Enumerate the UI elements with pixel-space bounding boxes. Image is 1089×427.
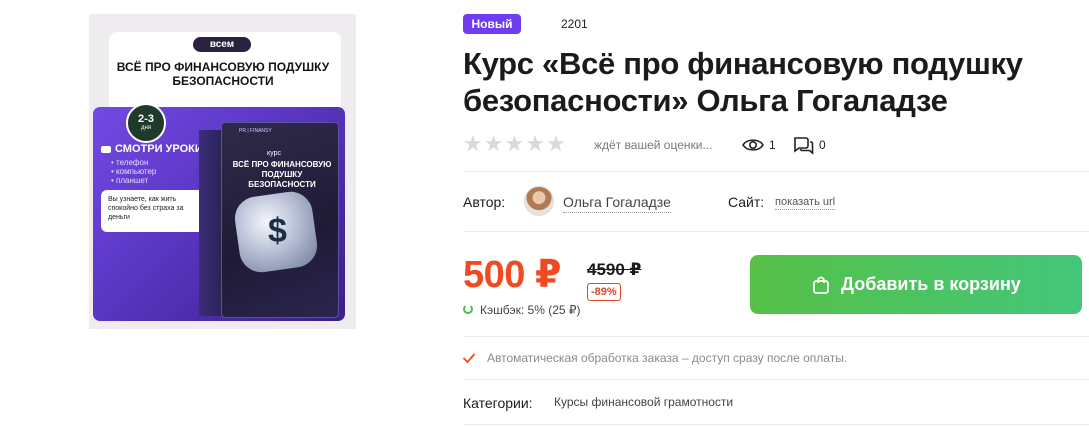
star-icon[interactable]: ★ [484,133,504,155]
eye-icon [742,139,764,151]
auto-processing-note: Автоматическая обработка заказа – доступ… [487,351,848,365]
views-count: 1 [769,138,776,152]
add-to-cart-label: Добавить в корзину [841,274,1021,294]
image-duration-number: 2-3 [138,113,154,125]
category-link[interactable]: Курсы финансовой грамотности [554,395,733,409]
image-duration-unit: дня [140,125,152,131]
current-price: 500 ₽ [463,254,561,296]
divider [463,424,1089,425]
add-to-cart-button[interactable]: Добавить в корзину [750,255,1082,314]
product-id: 2201 [561,17,588,31]
rating-status: ждёт вашей оценки... [594,138,713,152]
image-device-list: телефон компьютер планшет [111,158,156,185]
discount-badge: -89% [587,283,621,301]
image-device-item: телефон [111,158,156,167]
product-title: Курс «Всё про финансовую подушку безопас… [463,46,1023,118]
divider [463,171,1089,172]
author-link[interactable]: Ольга Гогаладзе [563,194,671,213]
check-icon [462,353,476,364]
author-label: Автор: [463,194,506,210]
cashback-text: Кэшбэк: 5% (25 ₽) [480,303,581,317]
image-box-label: курс [267,150,281,157]
rating-stars[interactable]: ★ ★ ★ ★ ★ [463,133,566,155]
image-device-item: планшет [111,176,156,185]
image-watch-text: СМОТРИ УРОКИ [115,143,203,155]
image-duration-circle: 2-3 дня [126,103,166,143]
image-box-side [199,130,223,316]
star-icon[interactable]: ★ [463,133,483,155]
image-device-item: компьютер [111,167,156,176]
old-price: 4590 ₽ [587,260,642,279]
image-box-brand: PR | FINANSY [239,128,272,134]
video-icon [101,145,111,153]
divider [463,231,1089,232]
divider [463,379,1089,380]
show-url-link[interactable]: показать url [775,196,836,210]
new-badge: Новый [463,14,521,34]
comment-icon[interactable] [792,135,814,155]
dollar-icon: $ [268,212,287,250]
star-icon[interactable]: ★ [546,133,566,155]
site-label: Сайт: [728,194,765,210]
divider [463,336,1089,337]
image-badge: всем [193,37,251,52]
image-title: Всё про финансовую подушку безопасности [116,60,330,88]
image-box-title: Всё про финансовую подушку безопасности [232,160,332,189]
avatar[interactable] [524,186,554,216]
categories-label: Категории: [463,395,533,411]
shopping-bag-icon [813,276,830,294]
image-watch-label: СМОТРИ УРОКИ [101,143,203,155]
refresh-icon [463,304,473,314]
image-note: Вы узнаете, как жить спокойно без страха… [101,190,214,232]
star-icon[interactable]: ★ [504,133,524,155]
product-image[interactable]: всем Всё про финансовую подушку безопасн… [89,14,356,329]
star-icon[interactable]: ★ [525,133,545,155]
comments-count: 0 [819,138,826,152]
